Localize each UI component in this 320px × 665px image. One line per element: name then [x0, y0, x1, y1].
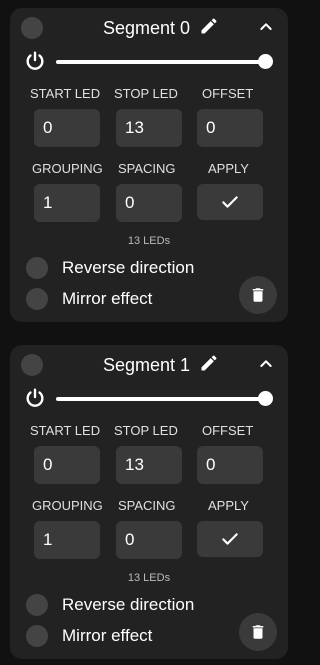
- power-icon[interactable]: [24, 50, 46, 72]
- segment-header: Segment 0: [10, 8, 288, 48]
- apply-button[interactable]: [197, 521, 263, 557]
- offset-label: OFFSET: [202, 423, 254, 438]
- segment-header: Segment 1: [10, 345, 288, 385]
- mirror-effect-checkbox[interactable]: [26, 625, 48, 647]
- apply-label: APPLY: [208, 161, 249, 176]
- mirror-effect-label: Mirror effect: [62, 626, 153, 645]
- chevron-up-icon[interactable]: [258, 19, 274, 35]
- segment-title[interactable]: Segment 1: [103, 353, 190, 377]
- reverse-direction-label: Reverse direction: [62, 595, 195, 614]
- power-icon[interactable]: [24, 387, 46, 409]
- segment-select-toggle[interactable]: [21, 354, 43, 376]
- start-led-label: START LED: [30, 423, 101, 438]
- brightness-slider-thumb[interactable]: [258, 391, 273, 406]
- pencil-icon[interactable]: [199, 16, 219, 36]
- checkmark-icon: [222, 196, 238, 208]
- grouping-label: GROUPING: [32, 161, 103, 176]
- stop-led-input[interactable]: 13: [116, 446, 182, 484]
- stop-led-label: STOP LED: [114, 423, 178, 438]
- grouping-label: GROUPING: [32, 498, 103, 513]
- stop-led-input[interactable]: 13: [116, 109, 182, 147]
- grouping-input[interactable]: 1: [34, 184, 100, 222]
- pencil-icon[interactable]: [199, 353, 219, 373]
- apply-label: APPLY: [208, 498, 249, 513]
- brightness-slider[interactable]: [56, 60, 266, 64]
- delete-segment-button[interactable]: [239, 276, 277, 314]
- offset-input[interactable]: 0: [197, 446, 263, 484]
- offset-input[interactable]: 0: [197, 109, 263, 147]
- led-count: 13 LEDs: [127, 572, 171, 584]
- segment-title[interactable]: Segment 0: [103, 16, 190, 40]
- trash-icon: [252, 288, 264, 302]
- reverse-direction-checkbox[interactable]: [26, 257, 48, 279]
- trash-icon: [252, 625, 264, 639]
- reverse-direction-checkbox[interactable]: [26, 594, 48, 616]
- delete-segment-button[interactable]: [239, 613, 277, 651]
- spacing-input[interactable]: 0: [116, 184, 182, 222]
- segment-select-toggle[interactable]: [21, 17, 43, 39]
- led-count: 13 LEDs: [127, 235, 171, 247]
- mirror-effect-label: Mirror effect: [62, 289, 153, 308]
- brightness-slider-thumb[interactable]: [258, 54, 273, 69]
- reverse-direction-label: Reverse direction: [62, 258, 195, 277]
- segment-card-0: Segment 0 START LED STOP LED OFFSET 0 13…: [10, 8, 288, 322]
- checkmark-icon: [222, 533, 238, 545]
- brightness-slider[interactable]: [56, 397, 266, 401]
- start-led-label: START LED: [30, 86, 101, 101]
- offset-label: OFFSET: [202, 86, 254, 101]
- mirror-effect-checkbox[interactable]: [26, 288, 48, 310]
- start-led-input[interactable]: 0: [34, 446, 100, 484]
- start-led-input[interactable]: 0: [34, 109, 100, 147]
- spacing-label: SPACING: [118, 498, 176, 513]
- stop-led-label: STOP LED: [114, 86, 178, 101]
- grouping-input[interactable]: 1: [34, 521, 100, 559]
- segment-card-1: Segment 1 START LED STOP LED OFFSET 0 13…: [10, 345, 288, 659]
- apply-button[interactable]: [197, 184, 263, 220]
- spacing-label: SPACING: [118, 161, 176, 176]
- spacing-input[interactable]: 0: [116, 521, 182, 559]
- chevron-up-icon[interactable]: [258, 356, 274, 372]
